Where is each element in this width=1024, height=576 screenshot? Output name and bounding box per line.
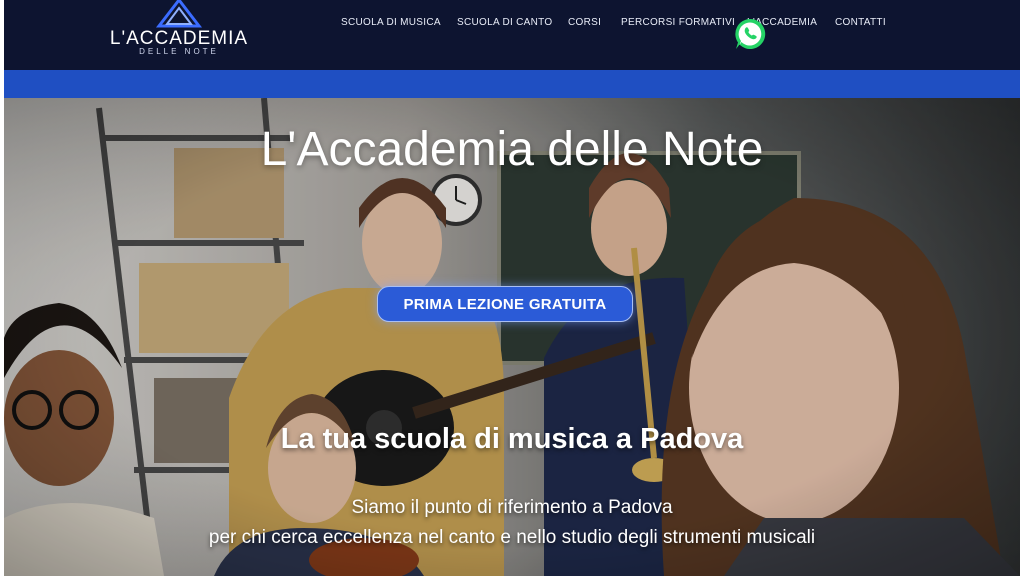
nav-item-scuola-di-musica[interactable]: SCUOLA DI MUSICA xyxy=(341,17,441,28)
nav-item-percorsi-formativi[interactable]: PERCORSI FORMATIVI xyxy=(621,17,735,28)
hero-section: L'Accademia delle Note PRIMA LEZIONE GRA… xyxy=(4,98,1020,576)
whatsapp-icon xyxy=(735,18,766,49)
site-header: L'ACCADEMIA DELLE NOTE SCUOLA DI MUSICA … xyxy=(4,0,1020,70)
hero-description: Siamo il punto di riferimento a Padova p… xyxy=(4,493,1020,553)
free-lesson-button[interactable]: PRIMA LEZIONE GRATUITA xyxy=(377,286,633,322)
accent-band xyxy=(4,70,1020,98)
brand-tagline: DELLE NOTE xyxy=(139,47,219,56)
main-nav: SCUOLA DI MUSICA SCUOLA DI CANTO CORSI P… xyxy=(4,17,1020,31)
nav-item-contatti[interactable]: CONTATTI xyxy=(835,17,886,28)
hero-subtitle: La tua scuola di musica a Padova xyxy=(280,423,744,455)
hero-description-line: per chi cerca eccellenza nel canto e nel… xyxy=(208,527,816,548)
nav-item-scuola-di-canto[interactable]: SCUOLA DI CANTO xyxy=(457,17,552,28)
whatsapp-button[interactable] xyxy=(732,16,768,52)
hero-description-line: Siamo il punto di riferimento a Padova xyxy=(351,497,673,518)
nav-item-corsi[interactable]: CORSI xyxy=(568,17,601,28)
page-frame: L'ACCADEMIA DELLE NOTE SCUOLA DI MUSICA … xyxy=(4,0,1020,576)
hero-title: L'Accademia delle Note xyxy=(260,123,764,176)
